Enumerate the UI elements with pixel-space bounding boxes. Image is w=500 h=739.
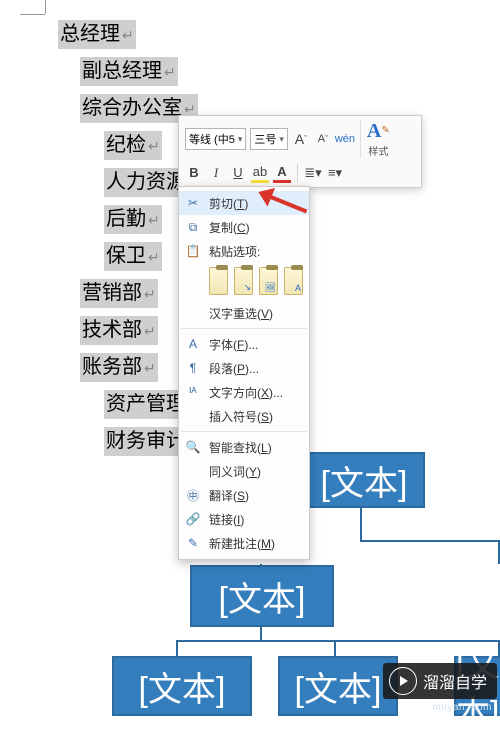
menu-item-label: 复制(C) (209, 219, 301, 236)
copy-icon: ⧉ (185, 219, 201, 235)
org-chart-node[interactable]: [文本] (303, 452, 425, 508)
separator (297, 164, 298, 182)
mini-toolbar: 等线 (中5 ▾ 三号 ▾ Aˇ Aˇ wén A✎ 样式 B I U ab A… (178, 115, 422, 188)
play-icon (389, 667, 417, 695)
font-icon: A (185, 336, 201, 352)
link-icon: 🔗 (185, 511, 201, 527)
text-line[interactable]: 技术部↵ (80, 316, 158, 345)
paragraph-mark-icon: ↵ (120, 27, 134, 43)
connector-line (360, 506, 362, 542)
menu-item-链接[interactable]: 🔗 链接(I) (179, 507, 309, 531)
paste-icon: 📋 (185, 243, 201, 259)
watermark-subtext: muyan com (433, 702, 492, 713)
menu-item-label: 段落(P)... (209, 360, 301, 377)
menu-item-文字方向[interactable]: ᴵᴬ 文字方向(X)... (179, 380, 309, 404)
watermark-badge: 溜溜自学 (383, 663, 497, 699)
underline-button[interactable]: U (229, 164, 247, 182)
menu-item-翻译[interactable]: ㊥翻译(S) (179, 483, 309, 507)
bold-button[interactable]: B (185, 164, 203, 182)
textdir-icon: ᴵᴬ (185, 384, 201, 400)
context-menu: ✂剪切(T)⧉复制(C)📋粘贴选项:↘🖼A汉字重选(V)A字体(F)...¶段落… (178, 186, 310, 560)
menu-item-字体[interactable]: A 字体(F)... (179, 332, 309, 356)
paragraph-mark-icon: ↵ (142, 323, 156, 339)
menu-item-同义词[interactable]: 同义词(Y) (179, 459, 309, 483)
menu-divider (181, 328, 307, 329)
paste-option-keep-source[interactable] (209, 267, 228, 295)
menu-item-label: 文字方向(X)... (209, 384, 301, 401)
paragraph-mark-icon: ↵ (142, 286, 156, 302)
menu-item-插入符号[interactable]: 插入符号(S) (179, 404, 309, 428)
italic-button[interactable]: I (207, 164, 225, 182)
menu-item-复制[interactable]: ⧉ 复制(C) (179, 215, 309, 239)
connector-line (362, 540, 500, 542)
menu-item-label: 翻译(S) (209, 487, 301, 504)
highlight-button[interactable]: ab (251, 162, 269, 183)
menu-item-label: 链接(I) (209, 511, 301, 528)
connector-line (176, 640, 178, 656)
text-line[interactable]: 副总经理↵ (80, 57, 178, 86)
chevron-down-icon: ▾ (279, 134, 284, 145)
search-icon: 🔍 (185, 439, 201, 455)
menu-item-智能查找[interactable]: 🔍 智能查找(L) (179, 435, 309, 459)
scissors-icon: ✂ (185, 195, 201, 211)
org-chart-node[interactable]: [文本] (112, 656, 252, 716)
watermark-text: 溜溜自学 (423, 669, 487, 693)
blank-icon (185, 463, 201, 479)
paragraph-mark-icon: ↵ (146, 212, 160, 228)
paste-option-text-only[interactable]: A (284, 267, 303, 295)
styles-button[interactable]: A✎ 样式 (360, 120, 390, 158)
font-family-value: 等线 (中5 (189, 131, 235, 147)
phonetic-guide-button[interactable]: wén (336, 130, 354, 148)
chevron-down-icon: ▾ (238, 134, 243, 145)
text-line[interactable]: 总经理↵ (58, 20, 136, 49)
menu-item-汉字重选[interactable]: 汉字重选(V) (179, 301, 309, 325)
paragraph-mark-icon: ↵ (146, 249, 160, 265)
bullets-button[interactable]: ≣▾ (304, 164, 322, 182)
styles-label: 样式 (368, 143, 388, 158)
blank-icon (185, 305, 201, 321)
font-size-value: 三号 (254, 131, 276, 147)
menu-item-粘贴选项:[interactable]: 📋 粘贴选项: (179, 239, 309, 263)
paragraph-mark-icon: ↵ (146, 138, 160, 154)
numbering-button[interactable]: ≡▾ (326, 164, 344, 182)
comment-icon: ✎ (185, 535, 201, 551)
connector-line (334, 640, 336, 656)
font-family-select[interactable]: 等线 (中5 ▾ (185, 128, 246, 150)
text-line[interactable]: 保卫↵ (104, 242, 162, 271)
grow-font-button[interactable]: Aˇ (292, 130, 310, 148)
menu-divider (181, 431, 307, 432)
para-icon: ¶ (185, 360, 201, 376)
org-chart-node[interactable]: [文本] (278, 656, 398, 716)
font-color-button[interactable]: A (273, 162, 291, 183)
menu-item-新建批注[interactable]: ✎ 新建批注(M) (179, 531, 309, 555)
translate-icon: ㊥ (185, 487, 201, 503)
margin-guide-v (45, 0, 46, 14)
menu-item-段落[interactable]: ¶ 段落(P)... (179, 356, 309, 380)
blank-icon (185, 408, 201, 424)
text-line[interactable]: 账务部↵ (80, 353, 158, 382)
menu-item-label: 插入符号(S) (209, 408, 301, 425)
paste-options-row: ↘🖼A (179, 263, 309, 301)
text-line[interactable]: 后勤↵ (104, 205, 162, 234)
menu-item-label: 智能查找(L) (209, 439, 301, 456)
shrink-font-button[interactable]: Aˇ (314, 130, 332, 148)
text-line[interactable]: 纪检↵ (104, 131, 162, 160)
margin-guide-h (20, 14, 45, 15)
paste-option-picture[interactable]: 🖼 (259, 267, 278, 295)
text-line[interactable]: 营销部↵ (80, 279, 158, 308)
paragraph-mark-icon: ↵ (162, 64, 176, 80)
paragraph-mark-icon: ↵ (142, 360, 156, 376)
menu-item-label: 同义词(Y) (209, 463, 301, 480)
menu-item-label: 新建批注(M) (209, 535, 301, 552)
connector-line (176, 640, 500, 642)
paste-option-merge[interactable]: ↘ (234, 267, 253, 295)
org-chart-node[interactable]: [文本] (190, 565, 334, 627)
menu-item-label: 字体(F)... (209, 336, 301, 353)
menu-item-label: 汉字重选(V) (209, 305, 301, 322)
menu-item-label: 粘贴选项: (209, 243, 301, 260)
font-size-select[interactable]: 三号 ▾ (250, 128, 288, 150)
